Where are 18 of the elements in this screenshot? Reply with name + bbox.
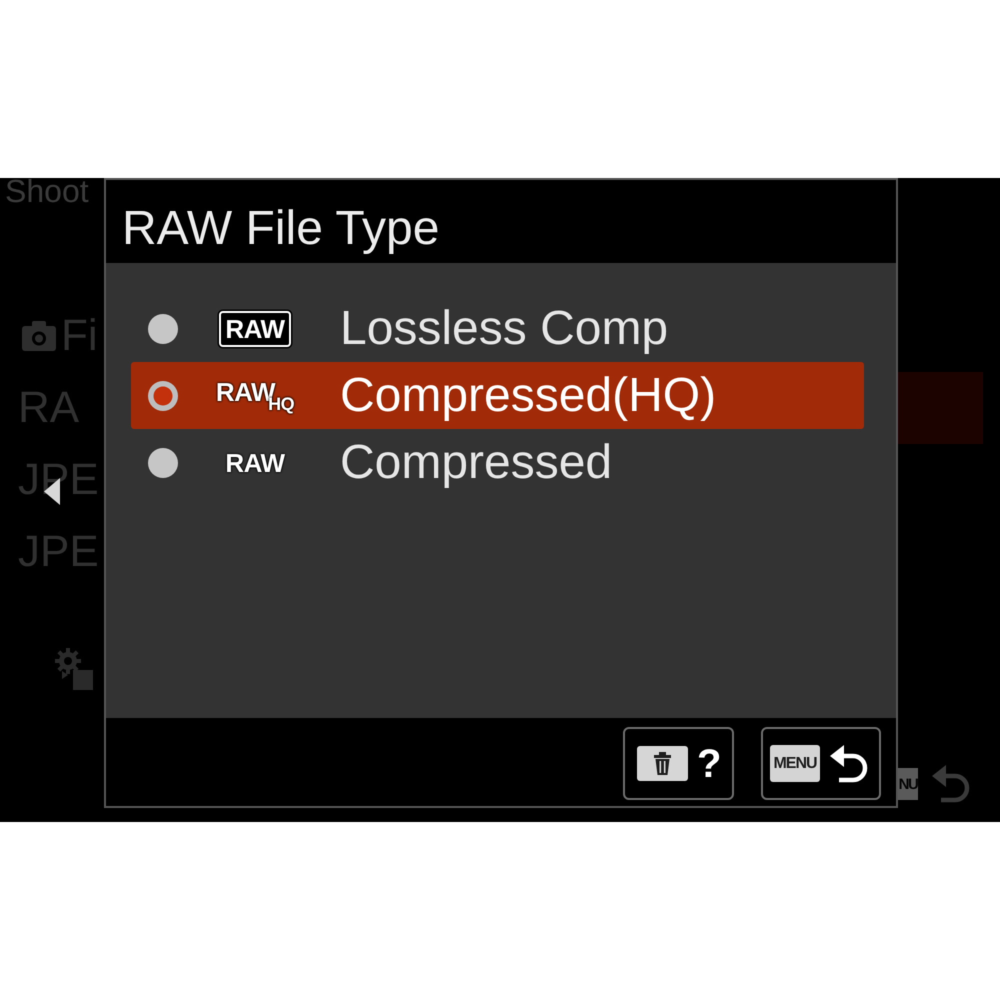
back-button[interactable]: MENU <box>761 727 881 800</box>
option-item[interactable]: RAW Compressed <box>131 429 864 496</box>
return-arrow-icon <box>830 744 868 784</box>
format-label: RAW <box>219 310 291 346</box>
trash-icon <box>637 746 688 781</box>
camera-icon <box>22 321 56 351</box>
help-button[interactable]: ? <box>623 727 734 800</box>
dialog-title: RAW File Type <box>122 202 440 255</box>
gear-icon <box>55 648 95 690</box>
menu-heading: Shoot <box>4 178 89 204</box>
radio-button[interactable] <box>147 380 179 412</box>
radio-button[interactable] <box>147 312 179 344</box>
format-label: RAW <box>225 450 285 476</box>
return-arrow-icon <box>932 764 970 804</box>
format-label: RAW$_{HQ}$ <box>216 378 294 412</box>
option-item[interactable]: RAW Lossless Comp <box>131 295 864 362</box>
radio-button[interactable] <box>147 446 179 478</box>
option-item[interactable]: RAW$_{HQ}$ Compressed(HQ) <box>131 362 864 429</box>
